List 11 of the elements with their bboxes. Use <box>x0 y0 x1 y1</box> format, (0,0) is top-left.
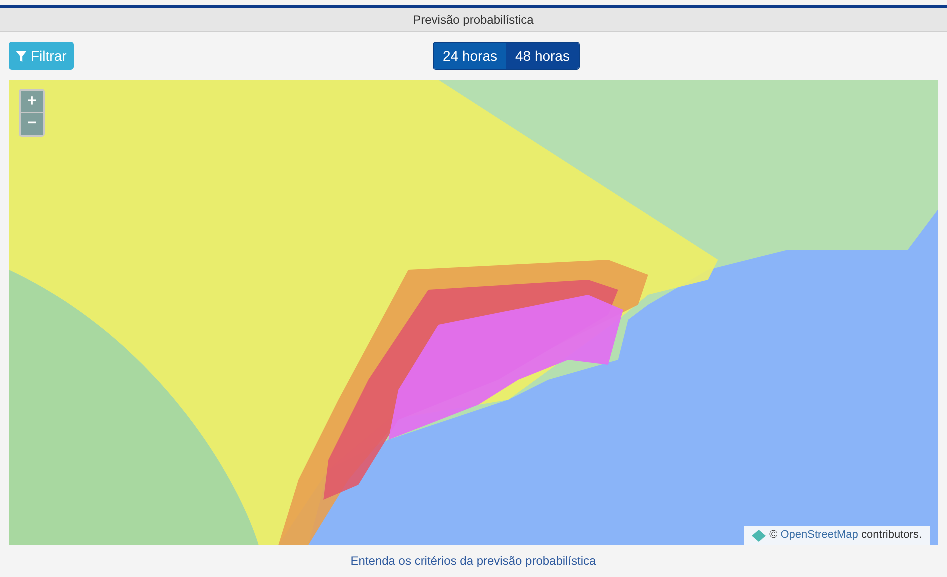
criteria-link[interactable]: Entenda os critérios da previsão probabilística <box>350 552 596 570</box>
openstreetmap-link[interactable]: OpenStreetMap <box>780 529 858 542</box>
period-tab[interactable]: 48 horas <box>506 43 579 69</box>
filter-icon <box>16 50 27 62</box>
layers-icon <box>752 530 766 542</box>
period-tab[interactable]: 24 horas <box>434 43 506 69</box>
filter-button[interactable]: Filtrar <box>9 42 74 70</box>
window-title: Previsão probabilística <box>413 12 534 28</box>
zoom-out-button[interactable]: − <box>21 113 43 135</box>
attribution-text: © OpenStreetMap contributors. <box>770 528 922 544</box>
zoom-in-button[interactable]: + <box>21 91 43 113</box>
